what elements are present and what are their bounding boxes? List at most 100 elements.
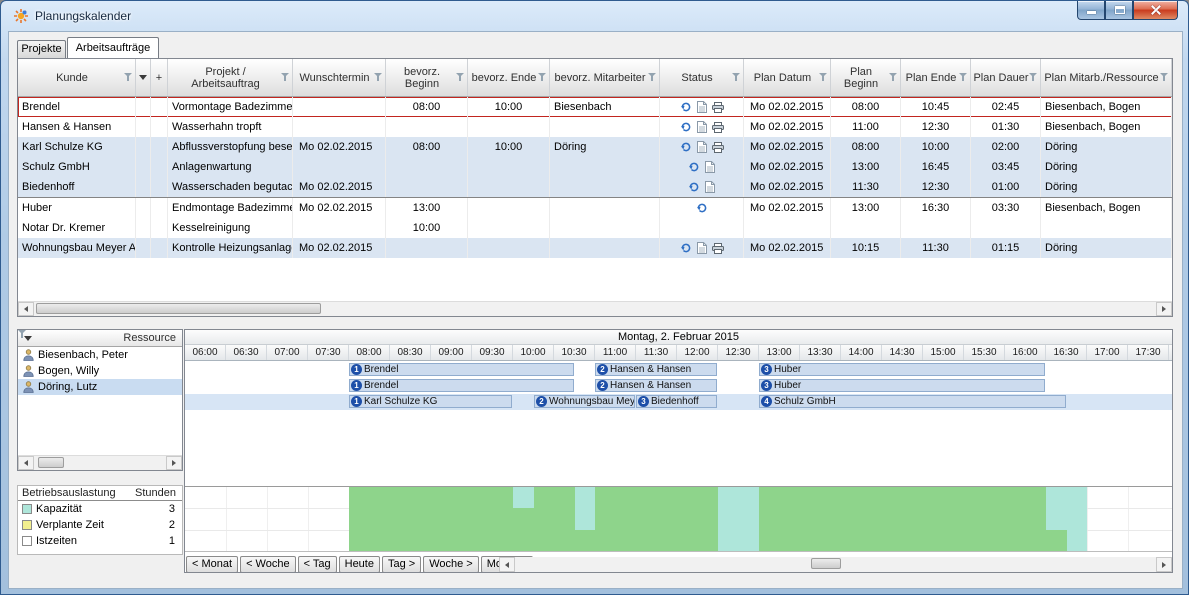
column-header-plan-datum[interactable]: Plan Datum — [744, 59, 831, 96]
filter-icon[interactable] — [456, 73, 465, 82]
scroll-left-arrow[interactable] — [18, 302, 34, 316]
refresh-icon[interactable] — [679, 101, 692, 114]
maximize-button[interactable] — [1105, 1, 1133, 20]
minimize-button[interactable] — [1077, 1, 1105, 20]
document-icon[interactable] — [695, 141, 708, 154]
scroll-left-arrow[interactable] — [18, 456, 34, 470]
column-header-plan-ressource[interactable]: Plan Mitarb./Ressource — [1041, 59, 1172, 96]
legend-swatch — [22, 536, 32, 546]
scrollbar-track[interactable] — [34, 456, 166, 470]
tab-arbeitsauftraege[interactable]: Arbeitsaufträge — [67, 37, 159, 58]
table-row[interactable]: Karl Schulze KG Abflussverstopfung beseit… — [18, 137, 1172, 157]
time-tick: 07:00 — [267, 345, 308, 360]
refresh-icon[interactable] — [687, 161, 700, 174]
filter-icon[interactable] — [959, 73, 968, 82]
filter-icon[interactable] — [124, 73, 133, 82]
table-row[interactable]: Huber Endmontage Badezimmer Mo 02.02.2015 1… — [18, 197, 1172, 218]
resource-row[interactable]: Bogen, Willy — [18, 363, 182, 379]
nav-month-back-button[interactable]: < Monat — [186, 556, 239, 572]
nav-day-back-button[interactable]: < Tag — [297, 556, 337, 572]
scrollbar-thumb[interactable] — [811, 558, 841, 569]
document-icon[interactable] — [695, 101, 708, 114]
column-header-wunschtermin[interactable]: Wunschtermin — [293, 59, 386, 96]
scrollbar-thumb[interactable] — [38, 457, 64, 468]
table-row[interactable]: Schulz GmbH Anlagenwartung Mo 02.02.2015 13… — [18, 157, 1172, 177]
nav-week-back-button[interactable]: < Woche — [240, 556, 296, 572]
filter-icon[interactable] — [648, 73, 657, 82]
filter-icon[interactable] — [819, 73, 828, 82]
filter-icon[interactable] — [1160, 73, 1169, 82]
column-header-projekt[interactable]: Projekt / Arbeitsauftrag — [168, 59, 293, 96]
schedule-bar[interactable]: 1 Brendel — [349, 363, 574, 376]
column-header-bevorz-beginn[interactable]: bevorz. Beginn — [386, 59, 468, 96]
plan-datum-cell: Mo 02.02.2015 — [744, 117, 831, 137]
filter-icon[interactable] — [538, 73, 547, 82]
column-header-marker[interactable] — [136, 59, 151, 96]
column-header-plan-ende[interactable]: Plan Ende — [901, 59, 971, 96]
print-icon[interactable] — [711, 121, 724, 134]
tab-projekte[interactable]: Projekte — [17, 40, 66, 58]
orders-horizontal-scrollbar[interactable] — [18, 301, 1172, 316]
column-header-bevorz-mitarbeiter[interactable]: bevorz. Mitarbeiter — [550, 59, 660, 96]
close-button[interactable] — [1133, 1, 1178, 20]
filter-icon[interactable] — [889, 73, 898, 82]
scroll-right-arrow[interactable] — [1156, 557, 1172, 572]
column-header-plus[interactable]: + — [151, 59, 168, 96]
document-icon[interactable] — [703, 181, 716, 194]
scroll-left-arrow[interactable] — [499, 557, 515, 572]
table-row[interactable]: Biedenhoff Wasserschaden begutach Mo 02.02… — [18, 177, 1172, 197]
column-header-plan-dauer[interactable]: Plan Dauer — [971, 59, 1041, 96]
filter-icon[interactable] — [18, 330, 45, 344]
table-row[interactable]: Hansen & Hansen Wasserhahn tropft Mo 02.02… — [18, 117, 1172, 137]
schedule-bar[interactable]: 3 Biedenhoff — [636, 395, 717, 408]
filter-icon[interactable] — [732, 73, 741, 82]
print-icon[interactable] — [711, 242, 724, 255]
nav-today-button[interactable]: Heute — [338, 556, 380, 572]
resource-horizontal-scrollbar[interactable] — [18, 455, 182, 470]
column-header-plan-beginn[interactable]: Plan Beginn — [831, 59, 901, 96]
nav-week-forward-button[interactable]: Woche > — [423, 556, 479, 572]
document-icon[interactable] — [695, 121, 708, 134]
refresh-icon[interactable] — [679, 242, 692, 255]
timeline-horizontal-scrollbar[interactable] — [499, 557, 1172, 572]
table-row[interactable]: Notar Dr. Kremer Kesselreinigung 10:00 — [18, 218, 1172, 238]
kunde-cell: Wohnungsbau Meyer AG — [18, 238, 136, 258]
resource-row[interactable]: Biesenbach, Peter — [18, 347, 182, 363]
print-icon[interactable] — [711, 101, 724, 114]
refresh-icon[interactable] — [687, 181, 700, 194]
plan-beginn-cell: 13:00 — [831, 157, 901, 177]
schedule-bar[interactable]: 3 Huber — [759, 363, 1045, 376]
table-row[interactable]: Brendel Vormontage Badezimmer 08:00 10:00 Bi… — [18, 97, 1172, 117]
column-header-bevorz-ende[interactable]: bevorz. Ende — [468, 59, 550, 96]
scrollbar-track[interactable] — [515, 557, 1156, 572]
schedule-bar[interactable]: 2Wohnungsbau Meyer AG — [534, 395, 635, 408]
scrollbar-track[interactable] — [34, 302, 1156, 316]
schedule-bar[interactable]: 2 Hansen & Hansen — [595, 379, 717, 392]
filter-icon[interactable] — [374, 73, 383, 82]
table-row[interactable]: Wohnungsbau Meyer AG Kontrolle Heizungsan… — [18, 238, 1172, 258]
column-header-status[interactable]: Status — [660, 59, 744, 96]
order-number-badge: 3 — [638, 396, 649, 407]
filter-icon[interactable] — [1029, 73, 1038, 82]
filter-icon[interactable] — [281, 73, 290, 82]
sort-icon[interactable] — [24, 335, 32, 341]
print-icon[interactable] — [711, 141, 724, 154]
refresh-icon[interactable] — [695, 202, 708, 215]
resource-header[interactable]: Ressource — [18, 330, 182, 347]
document-icon[interactable] — [703, 161, 716, 174]
nav-day-forward-button[interactable]: Tag > — [381, 556, 422, 572]
column-header-kunde[interactable]: Kunde — [18, 59, 136, 96]
titlebar[interactable]: Planungskalender — [1, 1, 1188, 31]
refresh-icon[interactable] — [679, 141, 692, 154]
scrollbar-thumb[interactable] — [36, 303, 321, 314]
scroll-right-arrow[interactable] — [1156, 302, 1172, 316]
schedule-bar[interactable]: 2 Hansen & Hansen — [595, 363, 717, 376]
refresh-icon[interactable] — [679, 121, 692, 134]
resource-row[interactable]: Döring, Lutz — [18, 379, 182, 395]
schedule-bar[interactable]: 3 Huber — [759, 379, 1045, 392]
document-icon[interactable] — [695, 242, 708, 255]
schedule-bar[interactable]: 1 Brendel — [349, 379, 574, 392]
scroll-right-arrow[interactable] — [166, 456, 182, 470]
schedule-bar[interactable]: 1 Karl Schulze KG — [349, 395, 512, 408]
schedule-bar[interactable]: 4 Schulz GmbH — [759, 395, 1066, 408]
